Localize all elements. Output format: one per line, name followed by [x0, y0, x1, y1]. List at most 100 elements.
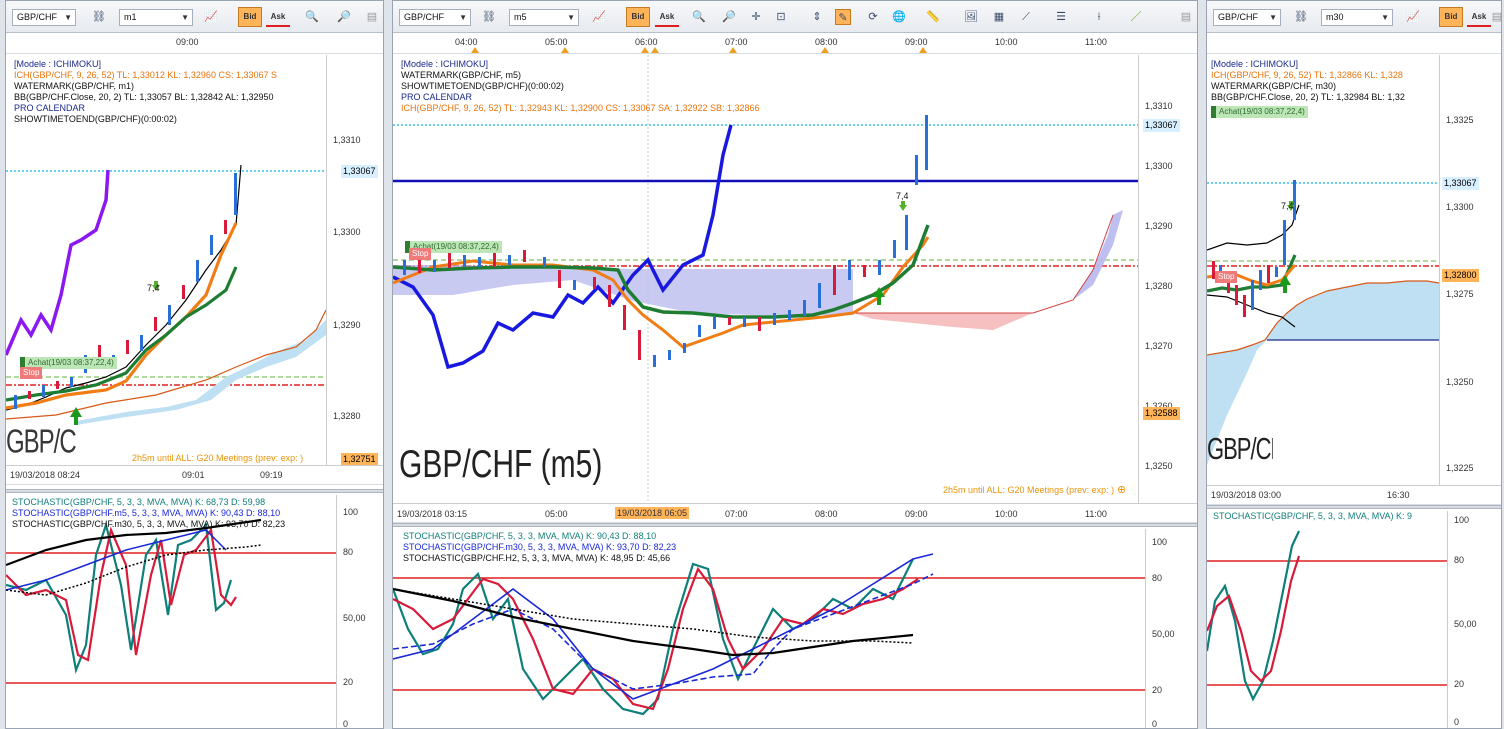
price-axis-m5[interactable]: 1,3310 1,33067 1,3300 1,3290 1,3280 1,32… [1138, 55, 1197, 503]
time-tick: 19/03/2018 03:15 [397, 509, 468, 519]
indicator-legend: [Modele : ICHIMOKU] ICH(GBP/CHF, 9, 26, … [1211, 59, 1405, 103]
globe-icon[interactable]: 🌐 [891, 9, 907, 25]
zoom-out-icon[interactable]: 🔎 [721, 9, 737, 25]
stoch-tick: 20 [1454, 679, 1465, 689]
zoom-in-icon[interactable]: 🔍 [691, 9, 707, 25]
price-chart-m5[interactable]: [Modele : ICHIMOKU] WATERMARK(GBP/CHF, m… [393, 55, 1138, 503]
signal-value: 7,4 [896, 191, 909, 201]
symbol-select[interactable]: GBP/CHF ▼ [1213, 9, 1281, 26]
current-price-label: 1,33067 [341, 165, 378, 178]
price-tick: 1,3270 [1145, 341, 1173, 351]
settings-icon[interactable]: ⊕ [1117, 483, 1126, 496]
time-scale-bottom[interactable]: 19/03/2018 08:24 09:01 09:19 [6, 465, 383, 485]
time-tick: 09:01 [182, 470, 205, 480]
link-icon[interactable]: ⛓ [1293, 9, 1309, 25]
stochastic-axis-m1[interactable]: 100 80 50,00 20 0 [336, 495, 383, 729]
template-icon[interactable]: ▦ [991, 9, 1007, 25]
symbol-select[interactable]: GBP/CHF ▼ [399, 9, 471, 26]
signal-value: 7,4 [147, 283, 160, 293]
stochastic-legend: STOCHASTIC(GBP/CHF, 5, 3, 3, MVA, MVA) K… [1213, 511, 1412, 522]
zoom-in-icon[interactable]: 🔍 [304, 9, 320, 25]
crosshair-icon[interactable]: ✛ [748, 9, 764, 25]
annotation-icon[interactable]: ✎ [835, 9, 851, 25]
stochastic-chart-m1[interactable]: STOCHASTIC(GBP/CHF, 5, 3, 3, MVA, MVA) K… [6, 495, 336, 728]
chart-type-icon[interactable]: 📈 [1405, 9, 1421, 25]
stop-label[interactable]: Stop [409, 248, 432, 260]
zoom-box-icon[interactable]: ⊡ [773, 9, 789, 25]
indicator-legend: [Modele : ICHIMOKU] ICH(GBP/CHF, 9, 26, … [14, 59, 277, 125]
time-scale-bottom[interactable]: 19/03/2018 03:00 16:30 [1207, 485, 1501, 505]
chevron-down-icon: ▼ [567, 13, 575, 22]
trendline-icon[interactable]: ／ [1128, 9, 1144, 25]
pane-splitter[interactable] [393, 523, 1197, 527]
price-axis-m1[interactable]: 1,3310 1,33067 1,3300 1,3290 1,3280 1,32… [326, 55, 383, 466]
time-scale-top[interactable]: 04:00 05:00 06:00 07:00 08:00 09:00 10:0… [393, 33, 1197, 54]
chart-type-icon[interactable]: 📈 [203, 9, 219, 25]
chart-type-icon[interactable]: 📈 [591, 9, 607, 25]
legend-line: STOCHASTIC(GBP/CHF.m30, 5, 3, 3, MVA, MV… [12, 519, 286, 529]
countdown-text: 2h5m until ALL: G20 Meetings (prev: exp:… [943, 485, 1115, 495]
price-tick: 1,3300 [1145, 161, 1173, 171]
stoch-tick: 0 [343, 719, 349, 729]
bid-button[interactable]: Bid [626, 7, 650, 27]
stop-label[interactable]: Stop [20, 367, 43, 379]
price-tick: 1,3290 [333, 320, 361, 330]
stochastic-chart-m5[interactable]: STOCHASTIC(GBP/CHF, 5, 3, 3, MVA, MVA) K… [393, 529, 1145, 728]
stoch-tick: 100 [1152, 537, 1168, 547]
zoom-out-icon[interactable]: 🔎 [336, 9, 352, 25]
time-scale-top[interactable] [1207, 33, 1501, 54]
timeframe-value: m5 [514, 12, 527, 22]
chevron-down-icon: ▼ [181, 13, 189, 22]
stoch-tick: 100 [1454, 515, 1470, 525]
price-chart-m1[interactable]: [Modele : ICHIMOKU] ICH(GBP/CHF, 9, 26, … [6, 55, 326, 465]
stop-label[interactable]: Stop [1215, 271, 1238, 283]
bid-button[interactable]: Bid [1439, 7, 1463, 27]
legend-line: [Modele : ICHIMOKU] [401, 59, 489, 69]
price-axis-m30[interactable]: 1,3325 1,33067 1,3300 1,32800 1,3275 1,3… [1439, 55, 1501, 485]
stochastic-chart-m30[interactable]: STOCHASTIC(GBP/CHF, 5, 3, 3, MVA, MVA) K… [1207, 511, 1447, 728]
chart-toolbar: GBP/CHF ▼ ⛓ m30 ▼ 📈 Bid Ask ▤ [1207, 1, 1501, 33]
link-icon[interactable]: ⛓ [91, 9, 107, 25]
auto-scale-icon[interactable]: ⇕ [809, 9, 825, 25]
legend-line: STOCHASTIC(GBP/CHF, 5, 3, 3, MVA, MVA) K… [403, 531, 657, 541]
ask-button[interactable]: Ask [266, 7, 290, 27]
chart-pane-m30[interactable]: GBP/CHF▼ ⛓ m30▼ 📈 Bid Ask ▤ [Modele : [1206, 0, 1502, 729]
bid-button[interactable]: Bid [238, 7, 262, 27]
chart-pane-m5[interactable]: GBP/CHF ▼ ⛓ m5 ▼ 📈 Bid Ask 🔍 🔎 ✛ ⊡ ⇕ ✎ ⟳ 🌐… [392, 0, 1198, 729]
fibonacci-icon[interactable]: ⟊ [1091, 9, 1107, 25]
menu-grip-icon[interactable]: ▤ [1178, 9, 1194, 25]
chevron-down-icon: ▼ [1381, 13, 1389, 22]
price-plot [393, 55, 1138, 503]
ask-button[interactable]: Ask [655, 7, 679, 27]
refresh-icon[interactable]: ⟳ [865, 9, 881, 25]
current-price-label: 1,33067 [1143, 119, 1180, 132]
price-chart-m30[interactable]: [Modele : ICHIMOKU] ICH(GBP/CHF, 9, 26, … [1207, 55, 1439, 485]
chart-pane-m1[interactable]: GBP/CHF ▼ ⛓ m1 ▼ 📈 Bid Ask 🔍 🔎 ▤ 09:00 [… [5, 0, 384, 729]
stoch-tick: 50,00 [1152, 629, 1175, 639]
stochastic-plot [1207, 530, 1447, 702]
timeframe-select[interactable]: m30 ▼ [1321, 9, 1393, 26]
timeframe-value: m30 [1326, 12, 1344, 22]
menu-grip-icon[interactable]: ▤ [1489, 9, 1501, 25]
symbol-select[interactable]: GBP/CHF ▼ [12, 9, 76, 26]
stochastic-axis-m5[interactable]: 100 80 50,00 20 0 [1145, 529, 1197, 728]
pane-splitter[interactable] [6, 489, 383, 493]
ask-button[interactable]: Ask [1467, 7, 1491, 27]
lines-icon[interactable]: ☰ [1053, 9, 1069, 25]
pane-splitter[interactable] [1207, 505, 1501, 509]
price-tick: 1,3325 [1446, 115, 1474, 125]
time-scale-top[interactable]: 09:00 [6, 33, 383, 54]
ruler-icon[interactable]: 📏 [925, 9, 941, 25]
time-scale-bottom[interactable]: 19/03/2018 03:15 05:00 19/03/2018 06:05 … [393, 503, 1197, 523]
stochastic-axis-m30[interactable]: 100 80 50,00 20 0 [1447, 511, 1501, 728]
image-icon[interactable]: 🖼 [963, 9, 979, 25]
time-tick: 09:00 [176, 37, 199, 47]
timeframe-select[interactable]: m5 ▼ [509, 9, 579, 26]
price-tick: 1,3250 [1145, 461, 1173, 471]
link-icon[interactable]: ⛓ [481, 9, 497, 25]
achat-label[interactable]: Achat(19/03 08:37,22,4) [1211, 106, 1308, 118]
menu-grip-icon[interactable]: ▤ [364, 9, 380, 25]
timeframe-select[interactable]: m1 ▼ [119, 9, 193, 26]
event-markers [471, 47, 927, 53]
draw-tools-icon[interactable]: ⟋ [1018, 9, 1034, 25]
